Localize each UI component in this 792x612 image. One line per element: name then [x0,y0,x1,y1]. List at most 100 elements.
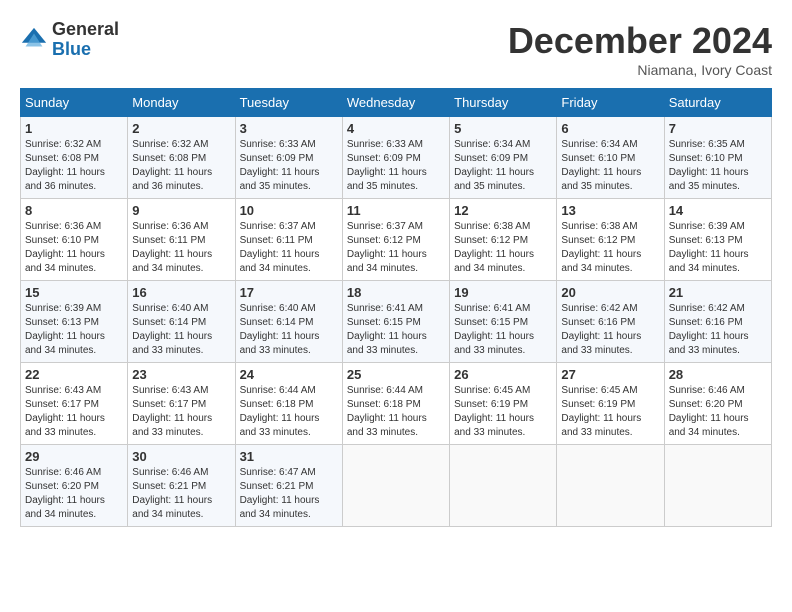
calendar-cell: 22 Sunrise: 6:43 AMSunset: 6:17 PMDayligh… [21,363,128,445]
day-number: 20 [561,285,659,300]
day-number: 2 [132,121,230,136]
day-info: Sunrise: 6:36 AMSunset: 6:11 PMDaylight:… [132,220,230,276]
calendar-day-header: Sunday [21,89,128,117]
day-info: Sunrise: 6:40 AMSunset: 6:14 PMDaylight:… [132,302,230,358]
day-number: 16 [132,285,230,300]
calendar-cell: 10Sunrise: 6:37 AMSunset: 6:11 PMDayligh… [235,199,342,281]
calendar-week-row: 8 Sunrise: 6:36 AMSunset: 6:10 PMDaylight… [21,199,772,281]
calendar-cell: 16 Sunrise: 6:40 AMSunset: 6:14 PMDayligh… [128,281,235,363]
day-info: Sunrise: 6:39 AMSunset: 6:13 PMDaylight:… [669,220,767,276]
day-number: 8 [25,203,123,218]
calendar-cell: 25 Sunrise: 6:44 AMSunset: 6:18 PMDayligh… [342,363,449,445]
day-number: 10 [240,203,338,218]
calendar-cell [557,445,664,527]
calendar-cell: 12 Sunrise: 6:38 AMSunset: 6:12 PMDayligh… [450,199,557,281]
day-number: 7 [669,121,767,136]
calendar-cell: 1 Sunrise: 6:32 AMSunset: 6:08 PMDaylight… [21,117,128,199]
calendar-cell: 15 Sunrise: 6:39 AMSunset: 6:13 PMDayligh… [21,281,128,363]
day-number: 12 [454,203,552,218]
calendar-cell [450,445,557,527]
calendar-cell: 28 Sunrise: 6:46 AMSunset: 6:20 PMDayligh… [664,363,771,445]
day-number: 9 [132,203,230,218]
day-info: Sunrise: 6:46 AMSunset: 6:21 PMDaylight:… [132,466,230,522]
day-info: Sunrise: 6:46 AMSunset: 6:20 PMDaylight:… [25,466,123,522]
day-info: Sunrise: 6:47 AMSunset: 6:21 PMDaylight:… [240,466,338,522]
day-info: Sunrise: 6:41 AMSunset: 6:15 PMDaylight:… [347,302,445,358]
day-number: 29 [25,449,123,464]
day-number: 4 [347,121,445,136]
day-info: Sunrise: 6:40 AMSunset: 6:14 PMDaylight:… [240,302,338,358]
day-info: Sunrise: 6:44 AMSunset: 6:18 PMDaylight:… [347,384,445,440]
day-info: Sunrise: 6:38 AMSunset: 6:12 PMDaylight:… [561,220,659,276]
calendar-day-header: Friday [557,89,664,117]
calendar-cell: 18 Sunrise: 6:41 AMSunset: 6:15 PMDayligh… [342,281,449,363]
calendar-cell: 21Sunrise: 6:42 AMSunset: 6:16 PMDayligh… [664,281,771,363]
calendar-cell [664,445,771,527]
day-number: 23 [132,367,230,382]
day-number: 26 [454,367,552,382]
day-number: 21 [669,285,767,300]
calendar-cell: 29 Sunrise: 6:46 AMSunset: 6:20 PMDayligh… [21,445,128,527]
day-number: 1 [25,121,123,136]
calendar-cell [342,445,449,527]
page-header: General Blue December 2024 Niamana, Ivor… [20,20,772,78]
calendar-cell: 11Sunrise: 6:37 AMSunset: 6:12 PMDayligh… [342,199,449,281]
day-info: Sunrise: 6:44 AMSunset: 6:18 PMDaylight:… [240,384,338,440]
calendar-cell: 7 Sunrise: 6:35 AMSunset: 6:10 PMDaylight… [664,117,771,199]
calendar-week-row: 15 Sunrise: 6:39 AMSunset: 6:13 PMDayligh… [21,281,772,363]
day-info: Sunrise: 6:32 AMSunset: 6:08 PMDaylight:… [25,138,123,194]
day-info: Sunrise: 6:36 AMSunset: 6:10 PMDaylight:… [25,220,123,276]
logo-general-text: General [52,20,119,40]
calendar-day-header: Thursday [450,89,557,117]
day-info: Sunrise: 6:45 AMSunset: 6:19 PMDaylight:… [561,384,659,440]
calendar-cell: 6Sunrise: 6:34 AMSunset: 6:10 PMDaylight… [557,117,664,199]
day-number: 3 [240,121,338,136]
day-number: 25 [347,367,445,382]
day-number: 5 [454,121,552,136]
calendar-cell: 30 Sunrise: 6:46 AMSunset: 6:21 PMDayligh… [128,445,235,527]
calendar-cell: 23 Sunrise: 6:43 AMSunset: 6:17 PMDayligh… [128,363,235,445]
calendar-cell: 13 Sunrise: 6:38 AMSunset: 6:12 PMDayligh… [557,199,664,281]
calendar-cell: 9 Sunrise: 6:36 AMSunset: 6:11 PMDaylight… [128,199,235,281]
calendar-cell: 2 Sunrise: 6:32 AMSunset: 6:08 PMDaylight… [128,117,235,199]
day-number: 14 [669,203,767,218]
calendar-week-row: 22 Sunrise: 6:43 AMSunset: 6:17 PMDayligh… [21,363,772,445]
day-number: 17 [240,285,338,300]
day-number: 19 [454,285,552,300]
calendar-day-header: Saturday [664,89,771,117]
location: Niamana, Ivory Coast [508,62,772,78]
day-info: Sunrise: 6:39 AMSunset: 6:13 PMDaylight:… [25,302,123,358]
day-number: 22 [25,367,123,382]
day-number: 30 [132,449,230,464]
calendar-week-row: 29 Sunrise: 6:46 AMSunset: 6:20 PMDayligh… [21,445,772,527]
calendar-day-header: Wednesday [342,89,449,117]
day-info: Sunrise: 6:41 AMSunset: 6:15 PMDaylight:… [454,302,552,358]
month-title: December 2024 [508,20,772,62]
calendar-cell: 3 Sunrise: 6:33 AMSunset: 6:09 PMDaylight… [235,117,342,199]
day-number: 15 [25,285,123,300]
calendar-day-header: Tuesday [235,89,342,117]
logo-icon [20,26,48,54]
day-info: Sunrise: 6:38 AMSunset: 6:12 PMDaylight:… [454,220,552,276]
day-info: Sunrise: 6:43 AMSunset: 6:17 PMDaylight:… [132,384,230,440]
calendar-week-row: 1 Sunrise: 6:32 AMSunset: 6:08 PMDaylight… [21,117,772,199]
calendar-table: SundayMondayTuesdayWednesdayThursdayFrid… [20,88,772,527]
calendar-cell: 14 Sunrise: 6:39 AMSunset: 6:13 PMDayligh… [664,199,771,281]
day-number: 13 [561,203,659,218]
day-info: Sunrise: 6:43 AMSunset: 6:17 PMDaylight:… [25,384,123,440]
day-info: Sunrise: 6:33 AMSunset: 6:09 PMDaylight:… [347,138,445,194]
logo: General Blue [20,20,119,60]
day-number: 31 [240,449,338,464]
day-number: 24 [240,367,338,382]
calendar-cell: 17 Sunrise: 6:40 AMSunset: 6:14 PMDayligh… [235,281,342,363]
day-number: 6 [561,121,659,136]
day-info: Sunrise: 6:32 AMSunset: 6:08 PMDaylight:… [132,138,230,194]
day-info: Sunrise: 6:33 AMSunset: 6:09 PMDaylight:… [240,138,338,194]
day-number: 28 [669,367,767,382]
day-info: Sunrise: 6:35 AMSunset: 6:10 PMDaylight:… [669,138,767,194]
day-number: 18 [347,285,445,300]
calendar-cell: 24 Sunrise: 6:44 AMSunset: 6:18 PMDayligh… [235,363,342,445]
calendar-header-row: SundayMondayTuesdayWednesdayThursdayFrid… [21,89,772,117]
calendar-cell: 5Sunrise: 6:34 AMSunset: 6:09 PMDaylight… [450,117,557,199]
day-info: Sunrise: 6:46 AMSunset: 6:20 PMDaylight:… [669,384,767,440]
